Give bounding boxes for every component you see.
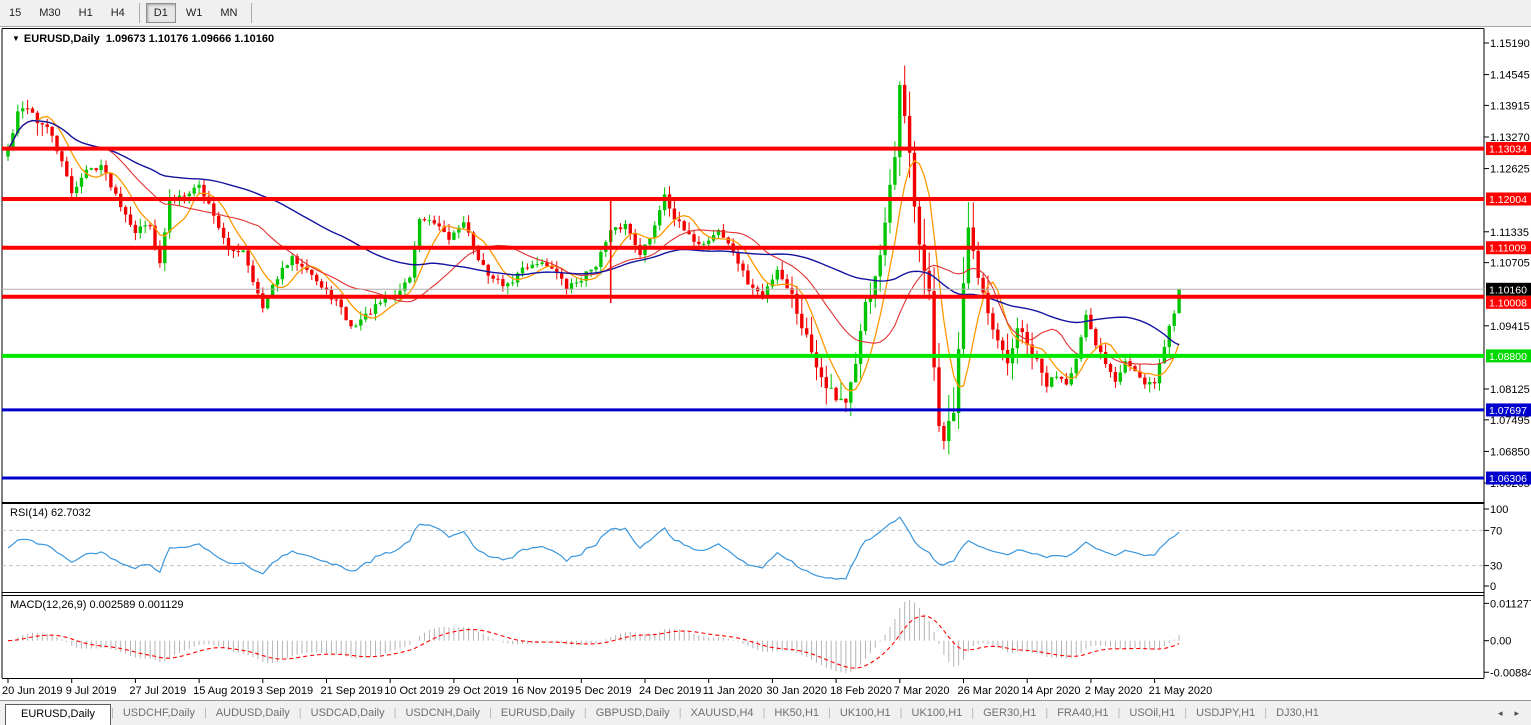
svg-text:10 Oct 2019: 10 Oct 2019 xyxy=(384,685,444,697)
symbol-dropdown-icon[interactable]: ▼ xyxy=(12,34,20,43)
timeframe-button-w1[interactable]: W1 xyxy=(178,3,211,23)
svg-text:1.11009: 1.11009 xyxy=(1489,243,1526,255)
svg-text:1.12625: 1.12625 xyxy=(1490,164,1530,176)
svg-text:16 Nov 2019: 16 Nov 2019 xyxy=(512,685,574,697)
symbol-tab-bar: EURUSD,Daily|USDCHF,Daily|AUDUSD,Daily|U… xyxy=(0,700,1531,725)
scroll-right-arrow-icon[interactable]: ▸ xyxy=(1508,706,1525,721)
toolbar-separator xyxy=(251,3,252,23)
svg-text:3 Sep 2019: 3 Sep 2019 xyxy=(257,685,313,697)
svg-text:-0.008845: -0.008845 xyxy=(1490,667,1531,679)
svg-text:0: 0 xyxy=(1490,581,1496,593)
symbol-tab-uk100-h1[interactable]: UK100,H1 xyxy=(903,704,972,722)
price-chart-canvas[interactable]: 1.151901.145451.139151.132701.126251.113… xyxy=(0,0,1531,725)
chart-ohlc-values: 1.09673 1.10176 1.09666 1.10160 xyxy=(106,33,274,45)
svg-text:24 Dec 2019: 24 Dec 2019 xyxy=(639,685,701,697)
svg-text:11 Jan 2020: 11 Jan 2020 xyxy=(703,685,763,697)
svg-text:1.14545: 1.14545 xyxy=(1490,70,1530,82)
svg-text:1.06850: 1.06850 xyxy=(1490,446,1530,458)
svg-text:1.09415: 1.09415 xyxy=(1490,321,1530,333)
svg-text:1.11335: 1.11335 xyxy=(1490,227,1529,239)
svg-text:1.08800: 1.08800 xyxy=(1489,351,1527,363)
scroll-left-arrow-icon[interactable]: ◂ xyxy=(1492,706,1509,721)
svg-text:1.07697: 1.07697 xyxy=(1489,405,1527,417)
macd-values-text: 0.002589 0.001129 xyxy=(89,599,183,611)
symbol-tab-eurusd-daily[interactable]: EURUSD,Daily xyxy=(492,704,584,722)
symbol-tab-usdcnh-daily[interactable]: USDCNH,Daily xyxy=(396,704,489,722)
symbol-tab-hk50-h1[interactable]: HK50,H1 xyxy=(765,704,828,722)
svg-text:9 Jul 2019: 9 Jul 2019 xyxy=(66,685,117,697)
timeframe-button-h1[interactable]: H1 xyxy=(71,3,101,23)
svg-text:26 Mar 2020: 26 Mar 2020 xyxy=(958,685,1020,697)
svg-text:0.00: 0.00 xyxy=(1490,636,1511,648)
svg-text:30 Jan 2020: 30 Jan 2020 xyxy=(766,685,827,697)
pane-borders xyxy=(0,26,1531,701)
symbol-tab-usdchf-daily[interactable]: USDCHF,Daily xyxy=(114,704,204,722)
timeframe-button-m30[interactable]: M30 xyxy=(31,3,68,23)
svg-text:1.12004: 1.12004 xyxy=(1489,194,1527,206)
symbol-tab-ger30-h1[interactable]: GER30,H1 xyxy=(974,704,1045,722)
symbol-tab-uk100-h1[interactable]: UK100,H1 xyxy=(831,704,900,722)
svg-text:0.011277: 0.011277 xyxy=(1490,598,1531,610)
svg-text:21 May 2020: 21 May 2020 xyxy=(1149,685,1213,697)
chart-symbol-title: ▼ EURUSD,Daily 1.09673 1.10176 1.09666 1.… xyxy=(12,33,274,45)
timeframe-button-h4[interactable]: H4 xyxy=(103,3,133,23)
svg-text:14 Apr 2020: 14 Apr 2020 xyxy=(1021,685,1080,697)
svg-text:15 Aug 2019: 15 Aug 2019 xyxy=(193,685,255,697)
symbol-tab-gbpusd-daily[interactable]: GBPUSD,Daily xyxy=(587,704,679,722)
svg-text:1.10160: 1.10160 xyxy=(1489,284,1527,296)
macd-indicator-label: MACD(12,26,9) 0.002589 0.001129 xyxy=(10,599,183,611)
chart-title-text: EURUSD,Daily xyxy=(24,33,100,45)
price-axis: 1.151901.145451.139151.132701.126251.113… xyxy=(1484,38,1530,490)
svg-text:21 Sep 2019: 21 Sep 2019 xyxy=(321,685,383,697)
symbol-tab-eurusd-daily[interactable]: EURUSD,Daily xyxy=(5,704,111,725)
rsi-value-text: 62.7032 xyxy=(51,507,91,519)
timeframe-button-mn[interactable]: MN xyxy=(212,3,245,23)
symbol-tab-audusd-daily[interactable]: AUDUSD,Daily xyxy=(207,704,299,722)
tab-scroll-arrows: ◂▸ xyxy=(1492,706,1531,721)
svg-text:7 Mar 2020: 7 Mar 2020 xyxy=(894,685,950,697)
svg-text:1.13034: 1.13034 xyxy=(1489,144,1527,156)
symbol-tab-usdcad-daily[interactable]: USDCAD,Daily xyxy=(302,704,394,722)
svg-text:1.08125: 1.08125 xyxy=(1490,384,1530,396)
svg-text:1.10008: 1.10008 xyxy=(1489,297,1527,309)
svg-text:27 Jul 2019: 27 Jul 2019 xyxy=(129,685,186,697)
svg-text:20 Jun 2019: 20 Jun 2019 xyxy=(2,685,63,697)
svg-text:30: 30 xyxy=(1490,561,1502,573)
svg-text:2 May 2020: 2 May 2020 xyxy=(1085,685,1142,697)
rsi-indicator-label: RSI(14) 62.7032 xyxy=(10,507,91,519)
timeframe-button-d1[interactable]: D1 xyxy=(146,3,176,23)
svg-text:100: 100 xyxy=(1490,504,1508,516)
symbol-tab-dj30-h1[interactable]: DJ30,H1 xyxy=(1267,704,1328,722)
svg-text:1.15190: 1.15190 xyxy=(1490,38,1530,50)
svg-text:1.10705: 1.10705 xyxy=(1490,258,1530,270)
timeframe-button-15[interactable]: 15 xyxy=(1,3,29,23)
svg-text:1.13915: 1.13915 xyxy=(1490,100,1530,112)
svg-text:70: 70 xyxy=(1490,525,1502,537)
svg-text:29 Oct 2019: 29 Oct 2019 xyxy=(448,685,508,697)
macd-label-text: MACD(12,26,9) xyxy=(10,599,86,611)
toolbar-separator xyxy=(139,3,140,23)
symbol-tab-usdjpy-h1[interactable]: USDJPY,H1 xyxy=(1187,704,1264,722)
symbol-tab-usoil-h1[interactable]: USOil,H1 xyxy=(1120,704,1184,722)
svg-text:1.06306: 1.06306 xyxy=(1489,473,1527,485)
timeframe-toolbar: 15M30H1H4 D1W1MN xyxy=(0,0,1531,27)
svg-text:18 Feb 2020: 18 Feb 2020 xyxy=(830,685,892,697)
svg-text:5 Dec 2019: 5 Dec 2019 xyxy=(575,685,631,697)
symbol-tab-fra40-h1[interactable]: FRA40,H1 xyxy=(1048,704,1117,722)
rsi-label-text: RSI(14) xyxy=(10,507,48,519)
symbol-tab-xauusd-h4[interactable]: XAUUSD,H4 xyxy=(682,704,763,722)
